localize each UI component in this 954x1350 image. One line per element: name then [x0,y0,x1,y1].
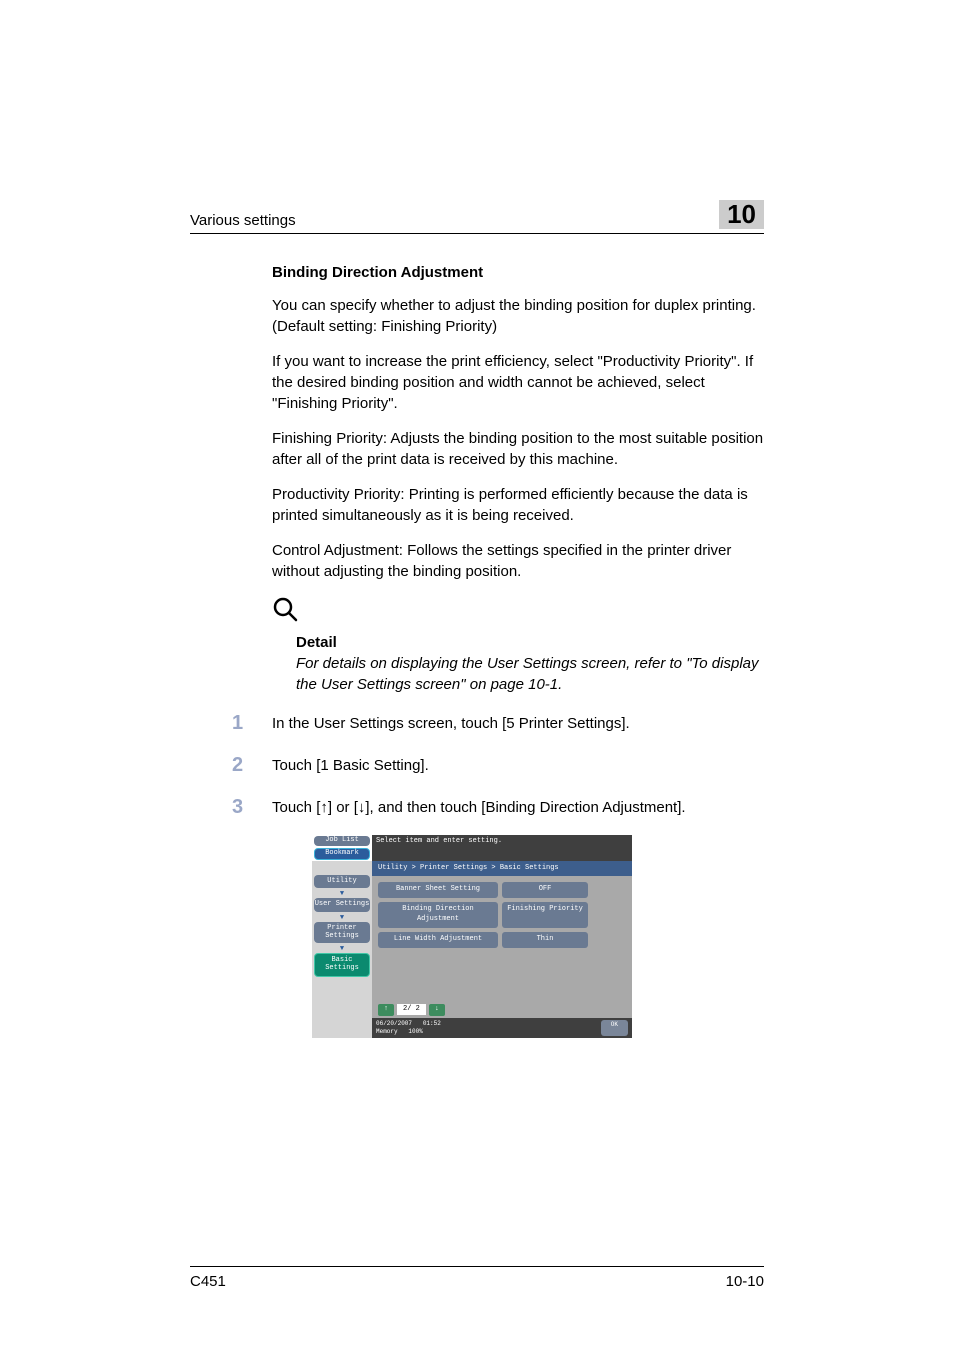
job-list-tab[interactable]: Job List [314,836,370,846]
detail-label: Detail [296,632,764,653]
sidebar-printer-settings[interactable]: Printer Settings [314,922,370,943]
step-number: 3 [232,793,272,821]
paragraph: You can specify whether to adjust the bi… [272,295,764,337]
page-indicator: 2/ 2 [397,1004,426,1016]
status-memory-label: Memory [376,1028,398,1035]
step-item: 1 In the User Settings screen, touch [5 … [232,709,764,737]
paragraph: Control Adjustment: Follows the settings… [272,540,764,582]
bookmark-tab[interactable]: Bookmark [314,848,370,860]
page-footer: C451 10-10 [190,1266,764,1290]
page-header: Various settings 10 [190,200,764,234]
step-text: In the User Settings screen, touch [5 Pr… [272,709,764,737]
status-bar: 06/20/2007 01:52 Memory 100% OK [372,1018,632,1039]
main-panel: Utility > Printer Settings > Basic Setti… [372,861,632,1039]
setting-label: Banner Sheet Setting [378,882,498,898]
status-time: 01:52 [423,1020,441,1027]
embedded-screenshot: Job List Bookmark Select item and enter … [312,835,632,1039]
page-up-button[interactable]: ↑ [378,1004,394,1016]
page-down-button[interactable]: ↓ [429,1004,445,1016]
chapter-number: 10 [719,200,764,229]
page-content: Binding Direction Adjustment You can spe… [190,262,764,1039]
step-text: Touch [↑] or [↓], and then touch [Bindin… [272,793,764,821]
footer-model: C451 [190,1273,226,1290]
instruction-bar: Select item and enter setting. [372,835,632,861]
step-list: 1 In the User Settings screen, touch [5 … [232,709,764,821]
sidebar: Utility ▼ User Settings ▼ Printer Settin… [312,861,372,1039]
setting-value: OFF [502,882,588,898]
breadcrumb: Utility > Printer Settings > Basic Setti… [372,861,632,877]
status-memory-value: 100% [408,1028,422,1035]
status-date: 06/20/2007 [376,1020,412,1027]
chevron-down-icon: ▼ [314,946,370,953]
sidebar-utility[interactable]: Utility [314,875,370,889]
sidebar-user-settings[interactable]: User Settings [314,898,370,912]
chevron-down-icon: ▼ [314,891,370,898]
setting-row[interactable]: Banner Sheet Setting OFF [378,882,626,898]
setting-row[interactable]: Line Width Adjustment Thin [378,932,626,948]
section-heading: Binding Direction Adjustment [272,262,764,283]
step-text: Touch [1 Basic Setting]. [272,751,764,779]
step-number: 1 [232,709,272,737]
setting-row[interactable]: Binding Direction Adjustment Finishing P… [378,902,626,928]
setting-value: Thin [502,932,588,948]
step-item: 2 Touch [1 Basic Setting]. [232,751,764,779]
step-item: 3 Touch [↑] or [↓], and then touch [Bind… [232,793,764,821]
setting-label: Line Width Adjustment [378,932,498,948]
magnifier-icon [272,596,764,628]
paragraph: If you want to increase the print effici… [272,351,764,414]
pager: ↑ 2/ 2 ↓ [372,1002,632,1018]
setting-value: Finishing Priority [502,902,588,928]
detail-text: For details on displaying the User Setti… [296,653,764,695]
setting-label: Binding Direction Adjustment [378,902,498,928]
chevron-down-icon: ▼ [314,915,370,922]
paragraph: Finishing Priority: Adjusts the binding … [272,428,764,470]
step-number: 2 [232,751,272,779]
detail-note: Detail For details on displaying the Use… [272,632,764,695]
paragraph: Productivity Priority: Printing is perfo… [272,484,764,526]
ok-button[interactable]: OK [601,1020,628,1037]
footer-page: 10-10 [726,1273,764,1290]
section-title: Various settings [190,212,296,229]
sidebar-basic-settings[interactable]: Basic Settings [314,953,370,976]
